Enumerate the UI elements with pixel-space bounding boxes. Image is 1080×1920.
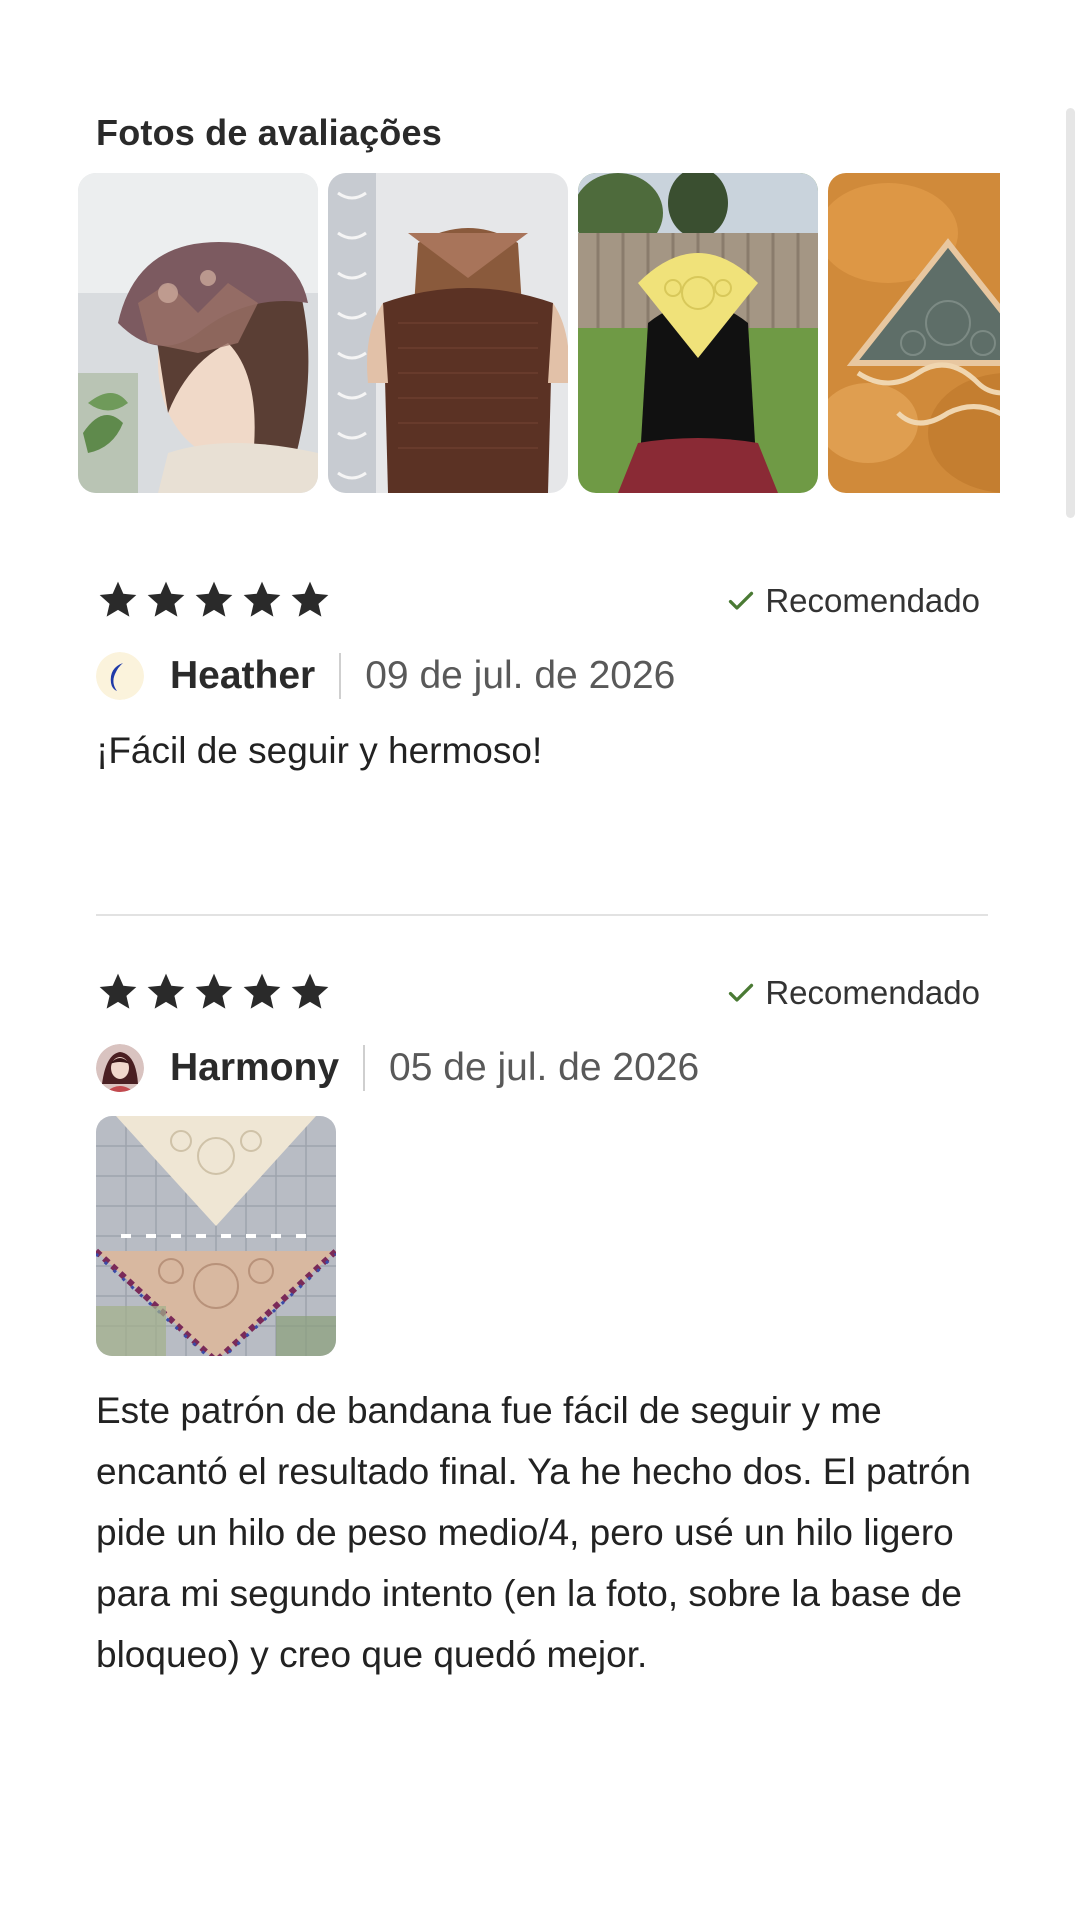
star-icon [291, 581, 329, 617]
photo-bandanas-on-blocking-board-icon [96, 1116, 336, 1356]
photo-yellow-bandana-garden-icon [578, 173, 818, 493]
review-text: ¡Fácil de seguir y hermoso! [96, 730, 543, 771]
avatar[interactable] [96, 1044, 144, 1092]
review-photo-strip[interactable] [78, 173, 1000, 493]
author-date-divider [339, 653, 342, 699]
review-text: Este patrón de bandana fue fácil de segu… [96, 1390, 971, 1675]
review-divider [96, 914, 988, 916]
recommended-badge: Recomendado [727, 582, 980, 620]
profile-photo-avatar-icon [96, 1044, 144, 1092]
recommended-badge: Recomendado [727, 974, 980, 1012]
author-name[interactable]: Harmony [170, 1046, 339, 1090]
photo-brown-vest-bandana-icon [328, 173, 568, 493]
star-rating [96, 578, 332, 622]
review-photo-4[interactable] [828, 173, 1000, 493]
review-attached-photo[interactable] [96, 1116, 336, 1356]
photo-orange-tie-dye-bandana-icon [828, 173, 1000, 493]
review-date: 09 de jul. de 2026 [365, 654, 676, 697]
author-date-divider [363, 1045, 366, 1091]
scrollbar[interactable] [1066, 108, 1075, 518]
author-name[interactable]: Heather [170, 654, 315, 698]
checkmark-icon [729, 591, 754, 610]
recommended-label: Recomendado [765, 974, 980, 1011]
section-title: Fotos de avaliações [96, 112, 442, 153]
review-photo-3[interactable] [578, 173, 818, 493]
star-icon [195, 581, 233, 617]
avatar[interactable] [96, 652, 144, 700]
star-icon [195, 973, 233, 1009]
star-rating [96, 970, 332, 1014]
author-row: Harmony 05 de jul. de 2026 [96, 1042, 699, 1094]
review-date: 05 de jul. de 2026 [389, 1046, 700, 1089]
star-icon [147, 581, 185, 617]
star-icon [99, 973, 137, 1009]
review-photo-2[interactable] [328, 173, 568, 493]
star-icon [243, 973, 281, 1009]
recommended-label: Recomendado [765, 582, 980, 619]
author-row: Heather 09 de jul. de 2026 [96, 650, 675, 702]
photo-woman-patterned-bandana-icon [78, 173, 318, 493]
star-icon [291, 973, 329, 1009]
star-icon [147, 973, 185, 1009]
review-photo-1[interactable] [78, 173, 318, 493]
star-icon [99, 581, 137, 617]
star-icon [243, 581, 281, 617]
checkmark-icon [729, 983, 754, 1002]
crescent-moon-avatar-icon [96, 652, 144, 700]
